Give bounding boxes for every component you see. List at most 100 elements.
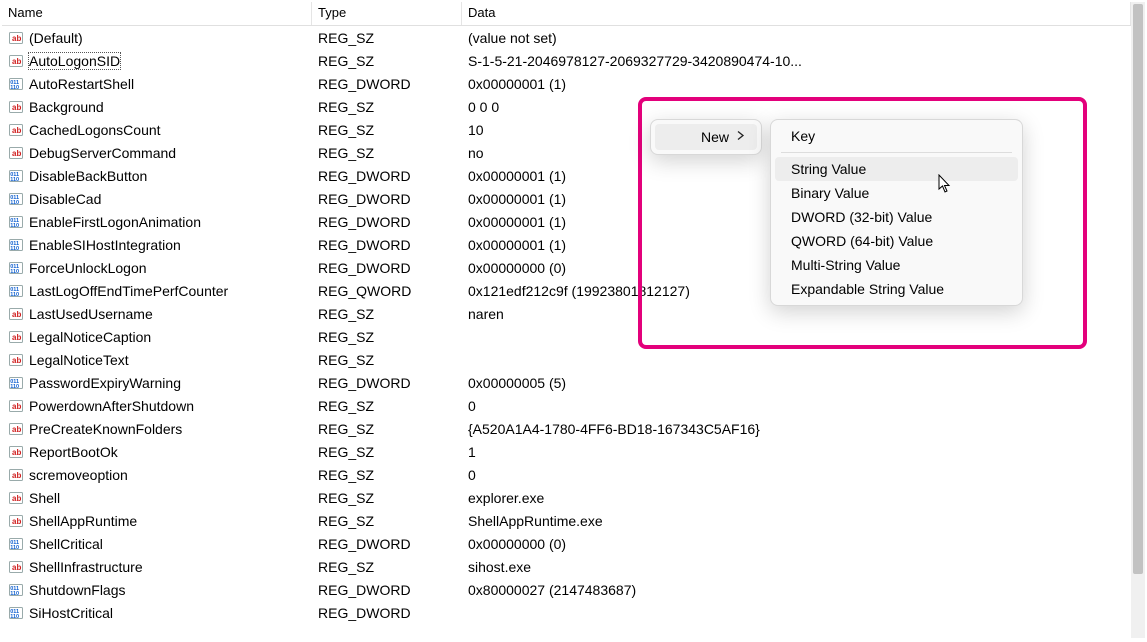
cell-type: REG_DWORD [312, 536, 462, 552]
menu-item-multistring-value[interactable]: Multi-String Value [775, 253, 1018, 277]
table-row[interactable]: 011110AutoRestartShellREG_DWORD0x0000000… [2, 72, 1131, 95]
menu-item-label: DWORD (32-bit) Value [791, 209, 932, 225]
registry-listview[interactable]: Name Type Data ab(Default)REG_SZ(value n… [2, 2, 1131, 640]
value-name-label: scremoveoption [28, 467, 129, 483]
value-name-label: CachedLogonsCount [28, 122, 162, 138]
menu-item-binary-value[interactable]: Binary Value [775, 181, 1018, 205]
cell-type: REG_SZ [312, 122, 462, 138]
cell-data: 0 [462, 467, 1131, 483]
table-row[interactable]: abLegalNoticeCaptionREG_SZ [2, 325, 1131, 348]
menu-item-new[interactable]: New [655, 124, 757, 150]
cell-name[interactable]: abDebugServerCommand [2, 145, 312, 161]
cell-name[interactable]: abLastUsedUsername [2, 306, 312, 322]
chevron-right-icon [737, 131, 745, 144]
cell-data: explorer.exe [462, 490, 1131, 506]
cell-name[interactable]: abCachedLogonsCount [2, 122, 312, 138]
table-row[interactable]: abShellInfrastructureREG_SZsihost.exe [2, 555, 1131, 578]
reg-dword-icon: 011110 [8, 191, 24, 207]
cell-name[interactable]: abscremoveoption [2, 467, 312, 483]
reg-sz-icon: ab [8, 30, 24, 46]
cell-name[interactable]: abPowerdownAfterShutdown [2, 398, 312, 414]
table-row[interactable]: 011110SiHostCriticalREG_DWORD [2, 601, 1131, 624]
value-name-label: Shell [28, 490, 61, 506]
cell-name[interactable]: abPreCreateKnownFolders [2, 421, 312, 437]
menu-item-string-value[interactable]: String Value [775, 157, 1018, 181]
cell-name[interactable]: 011110EnableSIHostIntegration [2, 237, 312, 253]
table-row[interactable]: abPowerdownAfterShutdownREG_SZ0 [2, 394, 1131, 417]
cell-name[interactable]: 011110ForceUnlockLogon [2, 260, 312, 276]
vertical-scrollbar[interactable] [1131, 2, 1145, 638]
cell-type: REG_DWORD [312, 375, 462, 391]
menu-item-expandstring-value[interactable]: Expandable String Value [775, 277, 1018, 301]
svg-text:110: 110 [10, 545, 19, 551]
cell-name[interactable]: 011110EnableFirstLogonAnimation [2, 214, 312, 230]
cell-name[interactable]: 011110DisableBackButton [2, 168, 312, 184]
column-header-data[interactable]: Data [462, 2, 1131, 25]
cell-name[interactable]: 011110ShellCritical [2, 536, 312, 552]
cell-type: REG_DWORD [312, 260, 462, 276]
reg-dword-icon: 011110 [8, 214, 24, 230]
table-row[interactable]: 011110ShutdownFlagsREG_DWORD0x80000027 (… [2, 578, 1131, 601]
cell-data: 0x00000005 (5) [462, 375, 1131, 391]
cell-type: REG_SZ [312, 398, 462, 414]
cell-name[interactable]: ab(Default) [2, 30, 312, 46]
cell-name[interactable]: 011110ShutdownFlags [2, 582, 312, 598]
table-row[interactable]: 011110PasswordExpiryWarningREG_DWORD0x00… [2, 371, 1131, 394]
menu-item-label: Expandable String Value [791, 281, 944, 297]
reg-dword-icon: 011110 [8, 283, 24, 299]
reg-dword-icon: 011110 [8, 582, 24, 598]
cell-name[interactable]: 011110AutoRestartShell [2, 76, 312, 92]
reg-sz-icon: ab [8, 53, 24, 69]
menu-item-key[interactable]: Key [775, 124, 1018, 148]
value-name-label: (Default) [28, 30, 84, 46]
table-row[interactable]: abShellREG_SZexplorer.exe [2, 486, 1131, 509]
context-submenu-new[interactable]: Key String Value Binary Value DWORD (32-… [770, 119, 1023, 306]
table-row[interactable]: ab(Default)REG_SZ(value not set) [2, 26, 1131, 49]
table-row[interactable]: abPreCreateKnownFoldersREG_SZ{A520A1A4-1… [2, 417, 1131, 440]
table-row[interactable]: 011110ShellCriticalREG_DWORD0x00000000 (… [2, 532, 1131, 555]
cell-name[interactable]: abReportBootOk [2, 444, 312, 460]
value-name-label: ShellAppRuntime [28, 513, 138, 529]
table-row[interactable]: abBackgroundREG_SZ0 0 0 [2, 95, 1131, 118]
table-row[interactable]: abscremoveoptionREG_SZ0 [2, 463, 1131, 486]
cell-name[interactable]: abLegalNoticeText [2, 352, 312, 368]
menu-item-qword-value[interactable]: QWORD (64-bit) Value [775, 229, 1018, 253]
value-name-label: SiHostCritical [28, 605, 114, 621]
value-name-label: DisableBackButton [28, 168, 148, 184]
cell-name[interactable]: 011110PasswordExpiryWarning [2, 375, 312, 391]
context-menu[interactable]: New [650, 119, 762, 155]
svg-text:110: 110 [10, 246, 19, 252]
cell-name[interactable]: 011110SiHostCritical [2, 605, 312, 621]
menu-separator [781, 152, 1012, 153]
cell-name[interactable]: 011110LastLogOffEndTimePerfCounter [2, 283, 312, 299]
cell-data: 1 [462, 444, 1131, 460]
listview-body[interactable]: ab(Default)REG_SZ(value not set)abAutoLo… [2, 26, 1131, 624]
app-viewport: Name Type Data ab(Default)REG_SZ(value n… [0, 0, 1147, 642]
cell-name[interactable]: abLegalNoticeCaption [2, 329, 312, 345]
value-name-label: LegalNoticeCaption [28, 329, 152, 345]
table-row[interactable]: abLegalNoticeTextREG_SZ [2, 348, 1131, 371]
table-row[interactable]: abShellAppRuntimeREG_SZShellAppRuntime.e… [2, 509, 1131, 532]
cell-data: (value not set) [462, 30, 1131, 46]
cell-data: {A520A1A4-1780-4FF6-BD18-167343C5AF16} [462, 421, 1131, 437]
scrollbar-thumb[interactable] [1133, 4, 1143, 574]
column-header-name[interactable]: Name [2, 2, 312, 25]
cell-name[interactable]: abShell [2, 490, 312, 506]
svg-text:ab: ab [12, 310, 21, 319]
table-row[interactable]: abReportBootOkREG_SZ1 [2, 440, 1131, 463]
cell-name[interactable]: abBackground [2, 99, 312, 115]
reg-dword-icon: 011110 [8, 237, 24, 253]
cell-data: 0x00000001 (1) [462, 76, 1131, 92]
menu-item-dword-value[interactable]: DWORD (32-bit) Value [775, 205, 1018, 229]
svg-text:110: 110 [10, 223, 19, 229]
table-row[interactable]: abAutoLogonSIDREG_SZS-1-5-21-2046978127-… [2, 49, 1131, 72]
listview-header: Name Type Data [2, 2, 1131, 26]
value-name-label: EnableFirstLogonAnimation [28, 214, 202, 230]
cell-name[interactable]: 011110DisableCad [2, 191, 312, 207]
column-header-type[interactable]: Type [312, 2, 462, 25]
cell-name[interactable]: abShellAppRuntime [2, 513, 312, 529]
svg-text:110: 110 [10, 177, 19, 183]
cell-name[interactable]: abAutoLogonSID [2, 52, 312, 70]
cell-type: REG_DWORD [312, 605, 462, 621]
cell-name[interactable]: abShellInfrastructure [2, 559, 312, 575]
